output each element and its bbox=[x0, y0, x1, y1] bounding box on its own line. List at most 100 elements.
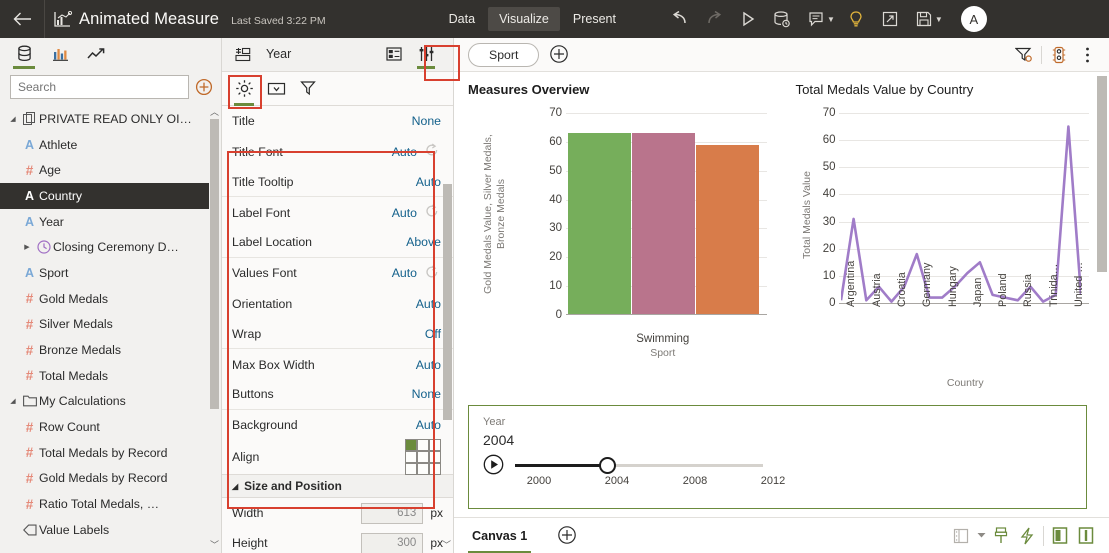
tree-item-ratio-total-medals[interactable]: # Ratio Total Medals, … bbox=[0, 491, 221, 517]
tree-item-silver-medals[interactable]: # Silver Medals bbox=[0, 312, 221, 338]
analytics-tab[interactable] bbox=[78, 38, 114, 69]
canvas-scrollbar[interactable] bbox=[1097, 76, 1107, 513]
tree-item-country[interactable]: A Country bbox=[0, 183, 209, 209]
align-cell-1[interactable] bbox=[417, 439, 429, 452]
filter-pill-sport[interactable]: Sport bbox=[468, 42, 540, 67]
mode-present[interactable]: Present bbox=[562, 7, 627, 31]
property-row-values-font[interactable]: Values Font Auto bbox=[222, 258, 453, 288]
visualizations-tab[interactable] bbox=[42, 38, 78, 69]
bar-gold-medals-value[interactable] bbox=[568, 133, 631, 315]
tree-item-private-read-only-oi[interactable]: ◢ PRIVATE READ ONLY OI… bbox=[0, 106, 221, 132]
tree-item-row-count[interactable]: # Row Count bbox=[0, 414, 221, 440]
reset-icon[interactable] bbox=[425, 265, 441, 282]
align-cell-8[interactable] bbox=[429, 463, 441, 476]
lightning-icon[interactable] bbox=[1014, 523, 1040, 549]
align-cell-4[interactable] bbox=[417, 451, 429, 464]
align-cell-3[interactable] bbox=[405, 451, 417, 464]
align-grid-picker[interactable] bbox=[405, 439, 441, 476]
layout-single-icon[interactable] bbox=[1047, 523, 1073, 549]
property-row-title-tooltip[interactable]: Title Tooltip Auto bbox=[222, 167, 453, 198]
mode-data[interactable]: Data bbox=[438, 7, 486, 31]
add-visualization-icon[interactable] bbox=[549, 44, 571, 66]
property-value[interactable]: Auto bbox=[416, 358, 441, 372]
size-and-position-section-header[interactable]: ◢ Size and Position bbox=[222, 474, 453, 499]
save-chevron-down-icon[interactable]: ▼ bbox=[935, 15, 943, 24]
filter-icon[interactable] bbox=[1010, 41, 1038, 69]
bar-bronze-medals[interactable] bbox=[696, 144, 759, 315]
tree-item-age[interactable]: # Age bbox=[0, 157, 221, 183]
back-arrow-icon[interactable] bbox=[0, 12, 44, 26]
align-cell-0[interactable] bbox=[405, 439, 417, 452]
data-tab[interactable] bbox=[6, 38, 42, 69]
tree-item-closing-ceremony-d[interactable]: ▶ Closing Ceremony D… bbox=[0, 234, 221, 260]
redo-icon[interactable] bbox=[697, 2, 731, 36]
properties-scrollbar[interactable] bbox=[443, 178, 452, 545]
width-input[interactable] bbox=[361, 502, 424, 524]
align-cell-7[interactable] bbox=[417, 463, 429, 476]
data-actions-icon[interactable] bbox=[1045, 41, 1073, 69]
add-canvas-icon[interactable] bbox=[557, 525, 579, 547]
save-dataset-icon[interactable] bbox=[765, 2, 799, 36]
property-row-orientation[interactable]: Orientation Auto bbox=[222, 289, 453, 319]
property-row-title-font[interactable]: Title Font Auto bbox=[222, 137, 453, 167]
align-cell-5[interactable] bbox=[429, 451, 441, 464]
insight-bulb-icon[interactable] bbox=[839, 2, 873, 36]
more-menu-icon[interactable] bbox=[1073, 41, 1101, 69]
comment-chevron-down-icon[interactable]: ▼ bbox=[827, 15, 835, 24]
layout-icon[interactable] bbox=[381, 41, 407, 67]
canvas-icon[interactable] bbox=[262, 74, 290, 102]
paint-brush-icon[interactable] bbox=[988, 523, 1014, 549]
filter-icon[interactable] bbox=[294, 74, 322, 102]
property-value[interactable]: None bbox=[412, 387, 441, 401]
bar-silver-medals[interactable] bbox=[632, 133, 695, 315]
tree-item-bronze-medals[interactable]: # Bronze Medals bbox=[0, 337, 221, 363]
tree-item-athlete[interactable]: A Athlete bbox=[0, 132, 221, 158]
left-panel-scrollbar[interactable] bbox=[210, 119, 219, 533]
property-value[interactable]: Auto bbox=[416, 175, 441, 189]
align-cell-2[interactable] bbox=[429, 439, 441, 452]
chevron-down-icon[interactable] bbox=[974, 523, 988, 549]
scroll-up-arrow[interactable]: ︿ bbox=[210, 105, 219, 118]
chart-total-medals-by-country[interactable]: Total Medals Value by Country Total Meda… bbox=[795, 82, 1095, 389]
height-input[interactable] bbox=[361, 532, 424, 553]
grid-layout-icon[interactable] bbox=[948, 523, 974, 549]
property-row-title[interactable]: Title None bbox=[222, 106, 453, 136]
reset-icon[interactable] bbox=[425, 204, 441, 221]
reset-icon[interactable] bbox=[425, 143, 441, 160]
property-value[interactable]: Auto bbox=[416, 418, 441, 432]
share-icon[interactable] bbox=[873, 2, 907, 36]
property-row-background[interactable]: Background Auto bbox=[222, 410, 453, 440]
property-value[interactable]: Auto bbox=[416, 297, 441, 311]
search-input[interactable] bbox=[10, 75, 189, 99]
align-cell-6[interactable] bbox=[405, 463, 417, 476]
mode-visualize[interactable]: Visualize bbox=[488, 7, 560, 31]
property-row-max-box-width[interactable]: Max Box Width Auto bbox=[222, 349, 453, 379]
property-row-buttons[interactable]: Buttons None bbox=[222, 380, 453, 411]
scroll-down-arrow[interactable]: ﹀ bbox=[210, 538, 219, 551]
property-value[interactable]: None bbox=[412, 114, 441, 128]
property-value[interactable]: Auto bbox=[392, 145, 417, 159]
property-value[interactable]: Off bbox=[425, 327, 441, 341]
properties-icon[interactable] bbox=[413, 41, 439, 70]
tree-item-value-labels[interactable]: Value Labels bbox=[0, 517, 221, 543]
layout-split-icon[interactable] bbox=[1073, 523, 1099, 549]
align-row[interactable]: Align bbox=[222, 439, 453, 476]
property-value[interactable]: Above bbox=[406, 235, 441, 249]
tree-item-sport[interactable]: A Sport bbox=[0, 260, 221, 286]
tree-item-my-calculations[interactable]: ◢ My Calculations bbox=[0, 389, 221, 415]
tree-item-year[interactable]: A Year bbox=[0, 209, 221, 235]
props-scroll-down-arrow[interactable]: ﹀ bbox=[442, 538, 451, 551]
tree-item-total-medals[interactable]: # Total Medals bbox=[0, 363, 221, 389]
chart-measures-overview[interactable]: Measures Overview Gold Medals Value, Sil… bbox=[468, 82, 787, 389]
add-dataset-icon[interactable] bbox=[195, 78, 213, 96]
play-icon[interactable] bbox=[731, 2, 765, 36]
tree-item-gold-medals-by-record[interactable]: # Gold Medals by Record bbox=[0, 466, 221, 492]
property-row-label-location[interactable]: Label Location Above bbox=[222, 228, 453, 259]
property-value[interactable]: Auto bbox=[392, 206, 417, 220]
property-row-wrap[interactable]: Wrap Off bbox=[222, 319, 453, 350]
animation-slider-panel[interactable]: Year 2004 2000 2004 2008 2012 bbox=[468, 405, 1087, 509]
property-row-label-font[interactable]: Label Font Auto bbox=[222, 197, 453, 227]
tree-item-gold-medals[interactable]: # Gold Medals bbox=[0, 286, 221, 312]
play-circle-icon[interactable] bbox=[483, 454, 504, 475]
slider-thumb[interactable] bbox=[599, 457, 617, 474]
